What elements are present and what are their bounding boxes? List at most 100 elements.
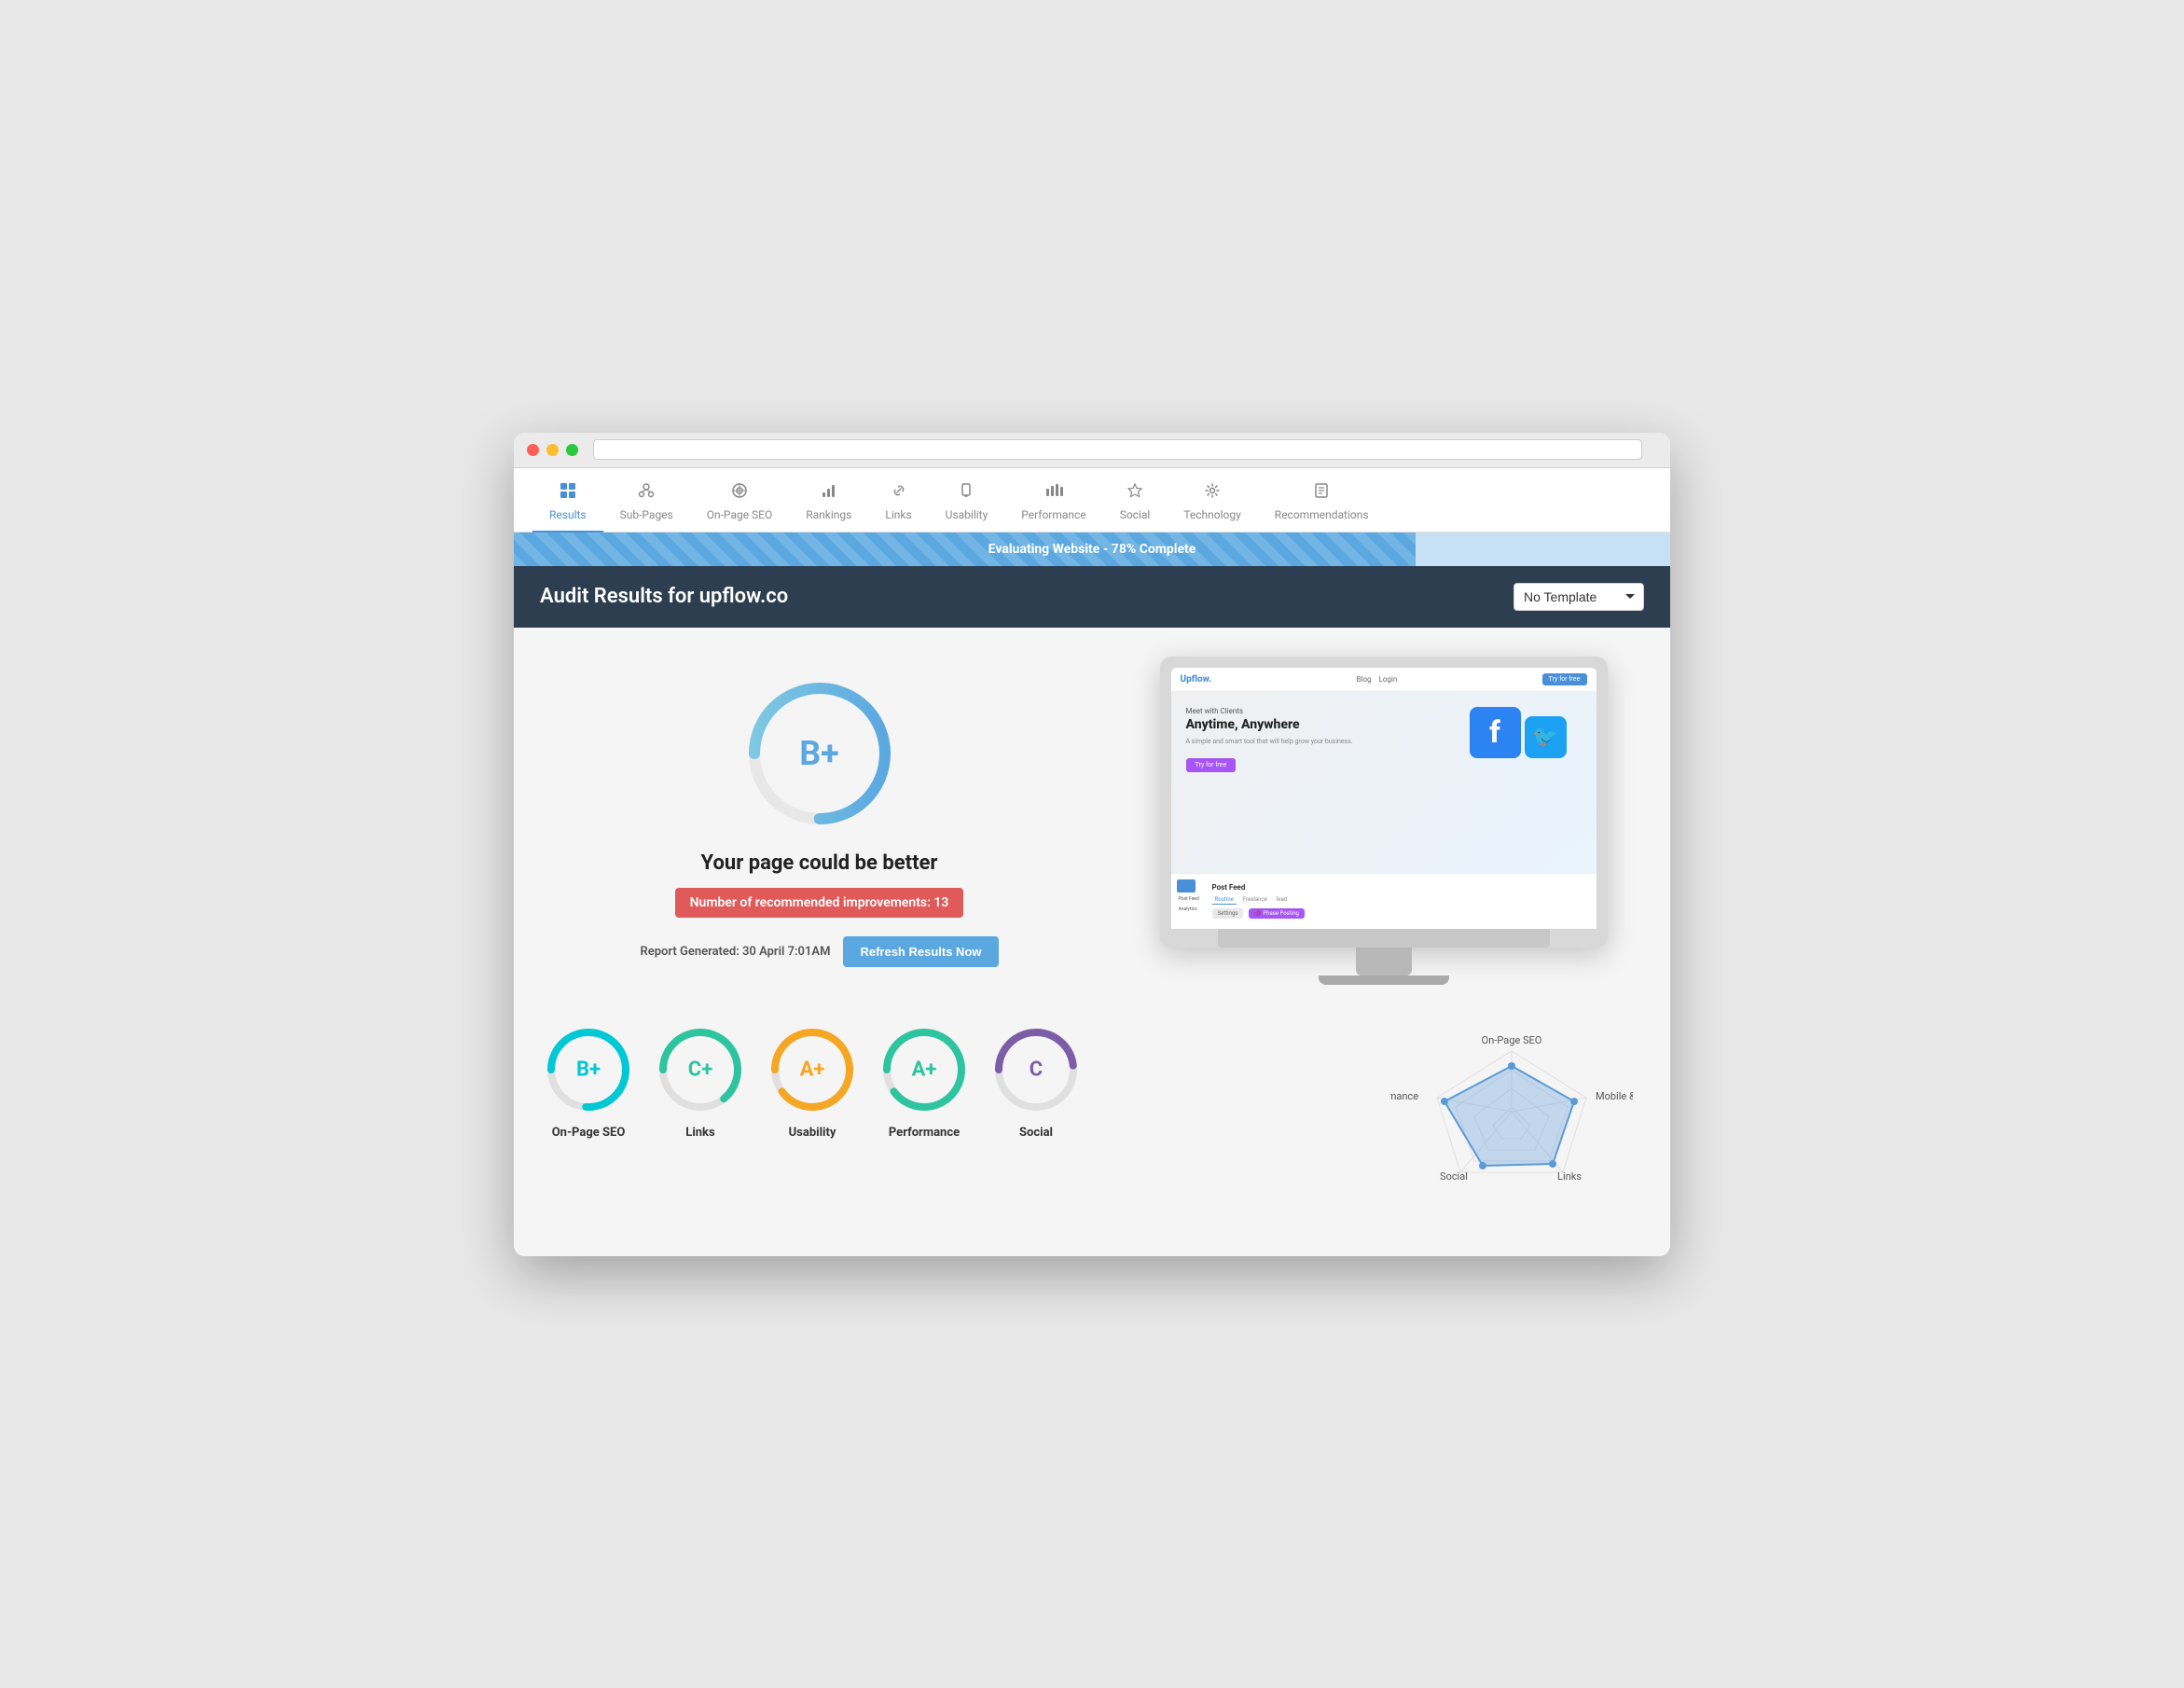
main-window: Results Sub-Pages bbox=[514, 433, 1670, 1256]
template-select[interactable]: No Template E-Commerce Blog Corporate bbox=[1514, 583, 1644, 611]
right-panel: Upflow. Blog Login Try for free Me bbox=[1125, 656, 1642, 986]
links-grade-label: C+ bbox=[688, 1058, 712, 1081]
onpage-grade-name: On-Page SEO bbox=[552, 1126, 626, 1140]
links-grade-name: Links bbox=[685, 1126, 714, 1140]
tab-results-label: Results bbox=[549, 508, 587, 521]
results-icon bbox=[559, 481, 577, 504]
progress-fill bbox=[514, 533, 1416, 566]
tab-links[interactable]: Links bbox=[868, 476, 928, 533]
screen-logo: Upflow. bbox=[1181, 674, 1212, 685]
main-grade-label: B+ bbox=[799, 734, 839, 773]
screen-hero: Meet with Clients Anytime, Anywhere A si… bbox=[1171, 692, 1597, 873]
sidebar-item-1: Post Feed bbox=[1177, 895, 1205, 903]
monitor-foot bbox=[1319, 975, 1449, 985]
radar-label-social: Social bbox=[1440, 1170, 1468, 1183]
title-bar bbox=[514, 433, 1670, 468]
main-content: B+ Your page could be better Number of r… bbox=[514, 628, 1670, 1014]
screen-nav-links: Blog Login bbox=[1357, 675, 1398, 684]
tab-subpages[interactable]: Sub-Pages bbox=[603, 476, 690, 533]
screen-bottom: Post Feed Analytics Post Feed Routine Fr… bbox=[1171, 873, 1597, 929]
onpage-circle: B+ bbox=[542, 1023, 635, 1116]
sidebar-item-2: Analytics bbox=[1177, 906, 1205, 913]
tab-rankings[interactable]: Rankings bbox=[789, 476, 868, 533]
screen-nav: Upflow. Blog Login Try for free bbox=[1171, 668, 1597, 692]
monitor-wrapper: Upflow. Blog Login Try for free Me bbox=[1160, 657, 1608, 985]
screen-login-link: Login bbox=[1379, 675, 1398, 684]
audit-title: Audit Results for upflow.co bbox=[540, 585, 788, 608]
social-grade-label: C bbox=[1030, 1058, 1043, 1081]
monitor-base bbox=[1218, 929, 1550, 948]
refresh-button[interactable]: Refresh Results Now bbox=[843, 936, 998, 967]
minimize-button[interactable] bbox=[546, 444, 559, 456]
report-date: Report Generated: 30 April 7:01AM bbox=[640, 945, 830, 959]
screen-sidebar: Post Feed Analytics bbox=[1177, 879, 1205, 913]
twitter-icon: 🐦 bbox=[1525, 716, 1567, 758]
screen-hero-sub: A simple and smart tool that will help g… bbox=[1186, 738, 1460, 745]
tab-social[interactable]: Social bbox=[1103, 476, 1168, 533]
grade-item-links: C+ Links bbox=[654, 1023, 747, 1140]
progress-bar: Evaluating Website - 78% Complete bbox=[514, 533, 1670, 566]
technology-icon bbox=[1203, 481, 1222, 504]
subpages-icon bbox=[637, 481, 656, 504]
screen-content: Upflow. Blog Login Try for free Me bbox=[1171, 668, 1597, 929]
main-grade-circle: B+ bbox=[740, 674, 899, 833]
report-info: Report Generated: 30 April 7:01AM Refres… bbox=[640, 936, 998, 967]
screen-post-feed-title: Post Feed bbox=[1212, 883, 1587, 892]
grade-item-performance: A+ Performance bbox=[878, 1023, 971, 1140]
grade-item-social: C Social bbox=[989, 1023, 1083, 1140]
usability-icon bbox=[957, 481, 975, 504]
maximize-button[interactable] bbox=[566, 444, 578, 456]
tab-onpage-label: On-Page SEO bbox=[707, 508, 773, 521]
radar-label-mobile: Mobile & UI bbox=[1596, 1090, 1633, 1102]
links-circle: C+ bbox=[654, 1023, 747, 1116]
tab-usability-label: Usability bbox=[946, 508, 988, 521]
screen-posting-btn: 🟣 Phase Posting bbox=[1249, 908, 1304, 919]
performance-grade-name: Performance bbox=[889, 1126, 960, 1140]
grade-item-onpage: B+ On-Page SEO bbox=[542, 1023, 635, 1140]
screen-tab-freelance: Freelance bbox=[1240, 895, 1270, 905]
screen-social-icons: f 🐦 bbox=[1470, 707, 1582, 864]
screen-buttons-row: Settings 🟣 Phase Posting bbox=[1212, 908, 1587, 919]
nav-tabs: Results Sub-Pages bbox=[514, 468, 1670, 533]
tab-links-label: Links bbox=[885, 508, 911, 521]
tab-results[interactable]: Results bbox=[532, 476, 603, 533]
links-icon bbox=[890, 481, 908, 504]
address-bar[interactable] bbox=[593, 439, 1642, 460]
radar-label-links: Links bbox=[1557, 1170, 1582, 1183]
screen-hero-text: Meet with Clients Anytime, Anywhere A si… bbox=[1186, 707, 1460, 864]
sidebar-dot-1 bbox=[1177, 879, 1196, 892]
onpage-grade-label: B+ bbox=[576, 1058, 601, 1081]
screen-main: Post Feed Routine Freelance lead Setting… bbox=[1209, 879, 1591, 922]
page-message: Your page could be better bbox=[701, 851, 938, 875]
screen-hero-cta[interactable]: Try for free bbox=[1186, 758, 1237, 772]
radar-label-onpage: On-Page SEO bbox=[1482, 1034, 1542, 1046]
usability-circle: A+ bbox=[766, 1023, 859, 1116]
close-button[interactable] bbox=[527, 444, 539, 456]
tab-performance[interactable]: Performance bbox=[1004, 476, 1102, 533]
performance-circle: A+ bbox=[878, 1023, 971, 1116]
grade-item-usability: A+ Usability bbox=[766, 1023, 859, 1140]
performance-icon bbox=[1044, 481, 1063, 504]
social-icon bbox=[1126, 481, 1144, 504]
social-circle: C bbox=[989, 1023, 1083, 1116]
radar-chart: On-Page SEO Mobile & UI Links Social Per… bbox=[1390, 1023, 1633, 1228]
category-grades-row: B+ On-Page SEO C+ Links bbox=[542, 1023, 1362, 1140]
tab-recommendations-label: Recommendations bbox=[1275, 508, 1369, 521]
monitor: Upflow. Blog Login Try for free Me bbox=[1160, 657, 1608, 948]
rankings-icon bbox=[820, 481, 838, 504]
tab-usability[interactable]: Usability bbox=[929, 476, 1005, 533]
tab-onpage[interactable]: On-Page SEO bbox=[690, 476, 790, 533]
screen-tab-lead: lead bbox=[1274, 895, 1290, 905]
monitor-stand bbox=[1356, 948, 1412, 975]
screen-hero-small: Meet with Clients bbox=[1186, 707, 1460, 715]
bottom-section: B+ On-Page SEO C+ Links bbox=[514, 1014, 1670, 1256]
tab-recommendations[interactable]: Recommendations bbox=[1258, 476, 1386, 533]
screen-try-button[interactable]: Try for free bbox=[1542, 673, 1587, 685]
tab-rankings-label: Rankings bbox=[806, 508, 851, 521]
screen-tab-routine: Routine bbox=[1212, 895, 1237, 905]
progress-text: Evaluating Website - 78% Complete bbox=[988, 542, 1196, 557]
traffic-lights bbox=[527, 444, 578, 456]
recommendations-icon bbox=[1312, 481, 1331, 504]
tab-technology[interactable]: Technology bbox=[1167, 476, 1257, 533]
improvements-badge: Number of recommended improvements: 13 bbox=[675, 888, 964, 918]
